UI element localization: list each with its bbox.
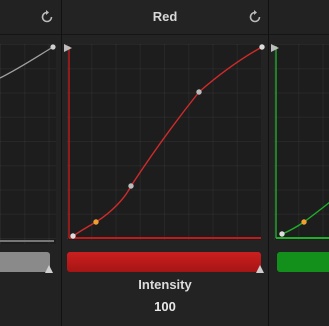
master-curve	[0, 46, 54, 79]
curve-control-point	[93, 219, 99, 225]
master-curve-panel	[0, 0, 61, 326]
green-curve-panel	[269, 0, 329, 326]
curve-canvas	[64, 44, 265, 239]
curve-control-point	[301, 219, 307, 225]
curve-control-point	[128, 183, 134, 189]
red-curve	[72, 46, 263, 237]
green-curve	[281, 201, 329, 235]
swatch-handle-icon[interactable]	[255, 264, 265, 274]
curve-end-handle	[271, 44, 279, 52]
swatch-handle-icon[interactable]	[44, 264, 54, 274]
curve-baseline	[0, 240, 54, 242]
panel-header	[269, 0, 329, 35]
master-swatch[interactable]	[0, 252, 50, 272]
green-swatch[interactable]	[277, 252, 329, 272]
intensity-label: Intensity	[138, 277, 192, 292]
reset-icon[interactable]	[246, 8, 264, 26]
red-curve-panel: Red Intensity 100	[62, 0, 268, 326]
curve-control-point	[50, 44, 56, 50]
panel-title: Red	[152, 9, 178, 24]
intensity-value[interactable]: 100	[62, 299, 268, 314]
curve-grid[interactable]	[0, 44, 56, 244]
curve-end-handle	[64, 44, 72, 52]
curve-canvas	[0, 44, 56, 79]
curve-control-point	[196, 89, 202, 95]
curve-control-point	[279, 231, 285, 237]
red-swatch[interactable]	[67, 252, 261, 272]
curve-control-point	[70, 233, 76, 239]
curve-grid[interactable]	[271, 44, 329, 240]
curve-control-point	[259, 44, 265, 50]
curve-grid[interactable]	[64, 44, 265, 240]
reset-icon[interactable]	[38, 8, 56, 26]
curve-canvas	[271, 44, 329, 239]
